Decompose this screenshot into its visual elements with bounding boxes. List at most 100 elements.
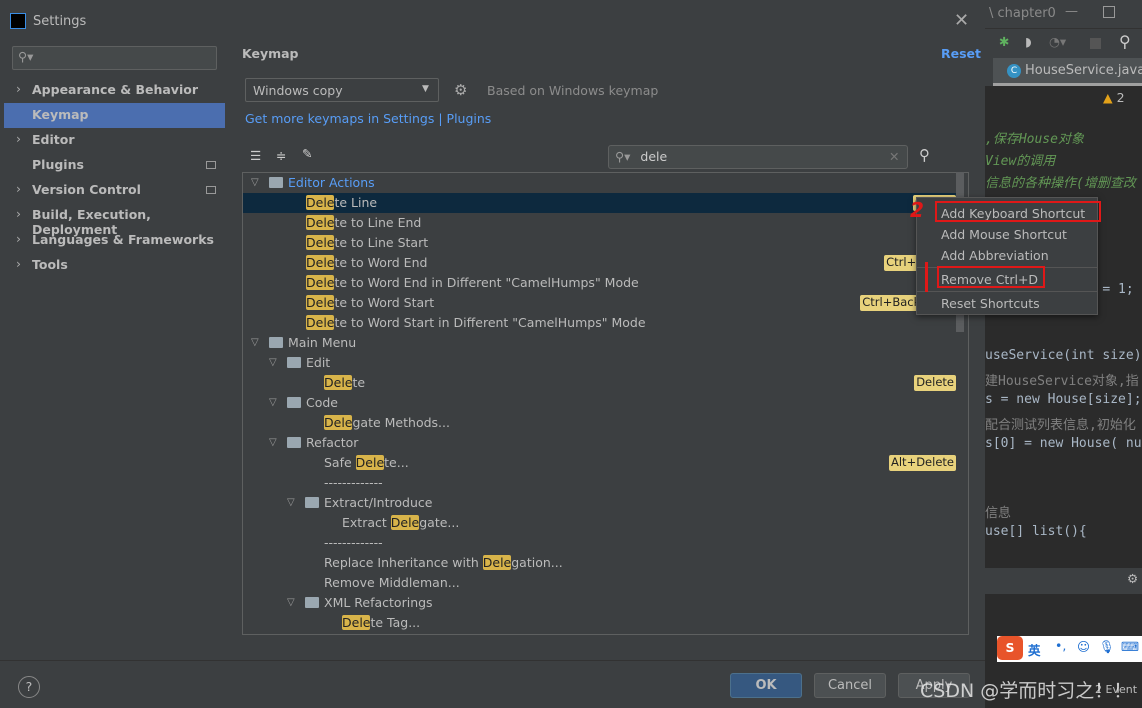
search-match: Dele <box>342 615 371 630</box>
sidebar-item-label: Appearance & Behavior <box>32 82 198 97</box>
keymap-scheme-select[interactable]: Windows copy ▼ <box>245 78 439 102</box>
keyboard-icon[interactable]: ⌨ <box>1121 639 1139 654</box>
label-part: ------------- <box>324 535 383 550</box>
folder-icon <box>305 597 319 608</box>
punctuation-icon[interactable]: •, <box>1055 638 1066 653</box>
actions-tree[interactable]: ▽Editor ActionsDelete LineCtrl+DDelete t… <box>242 172 969 635</box>
sidebar-item-keymap[interactable]: Keymap <box>4 103 225 128</box>
tree-group[interactable]: ▽ Edit <box>243 353 958 373</box>
tab-label: HouseService.java <box>1025 63 1142 78</box>
tree-row[interactable]: ------------- <box>243 473 958 493</box>
reset-link[interactable]: Reset <box>941 46 981 61</box>
find-by-shortcut-icon[interactable]: ⚲ <box>919 146 930 164</box>
label-part: Safe <box>324 455 356 470</box>
tree-row[interactable]: Delete Tag... <box>243 613 958 633</box>
sidebar-item-plugins[interactable]: Plugins <box>4 153 225 178</box>
maximize-icon[interactable] <box>1103 6 1115 18</box>
tree-row[interactable]: ------------- <box>243 533 958 553</box>
minimize-icon[interactable]: — <box>1065 4 1078 19</box>
sidebar-item-languages-frameworks[interactable]: › Languages & Frameworks <box>4 228 225 253</box>
ide-background-window: \ chapter0 — ✱ ◗ ◔▾ ⚲ C HouseService.jav… <box>985 0 1142 708</box>
tree-group[interactable]: ▽ Code <box>243 393 958 413</box>
tree-row[interactable]: Delete Delete <box>243 373 958 393</box>
tree-row[interactable]: Delete to Word Start Ctrl+Backspace <box>243 293 958 313</box>
annotation-box <box>937 266 1045 288</box>
label-part: Code <box>306 395 339 410</box>
action-label: ------------- <box>324 533 383 552</box>
profile-icon[interactable]: ◔▾ <box>1049 34 1066 49</box>
code-line: s[0] = new House( nu <box>985 436 1142 451</box>
microphone-icon[interactable]: 🎙 <box>1099 639 1115 655</box>
action-label: Delete Line <box>306 193 377 212</box>
collapse-all-icon[interactable]: ≑ <box>276 148 286 163</box>
emoji-icon[interactable]: ☺ <box>1077 639 1090 654</box>
label-part: gate... <box>419 515 460 530</box>
tree-row[interactable]: Extract Delegate... <box>243 513 958 533</box>
ime-language[interactable]: 英 <box>1028 640 1041 659</box>
code-editor[interactable]: ,保存House对象View的调用信息的各种操作(增删查改 //保存H= 1;/… <box>985 128 1142 568</box>
search-icon: ⚲▾ <box>18 49 34 64</box>
search-match: Dele <box>306 195 335 210</box>
chevron-down-icon[interactable]: ▽ <box>287 493 295 512</box>
tree-row[interactable]: Replace Inheritance with Delegation... <box>243 553 958 573</box>
close-icon[interactable]: ✕ <box>954 10 969 31</box>
tree-group[interactable]: ▽ Extract/Introduce <box>243 493 958 513</box>
sidebar-item-build-execution-deployment[interactable]: › Build, Execution, Deployment <box>4 203 225 237</box>
chevron-down-icon[interactable]: ▽ <box>251 173 259 192</box>
tree-group[interactable]: ▽ Refactor <box>243 433 958 453</box>
get-more-keymaps-link[interactable]: Get more keymaps in Settings | Plugins <box>245 111 491 126</box>
tree-row[interactable]: Delete to Line Start <box>243 233 958 253</box>
action-label: Extract/Introduce <box>324 493 432 512</box>
chevron-down-icon[interactable]: ▽ <box>287 593 295 612</box>
chevron-down-icon[interactable]: ▽ <box>269 353 277 372</box>
search-match: Dele <box>306 315 335 330</box>
tree-group[interactable]: ▽ Main Menu <box>243 333 958 353</box>
folder-icon <box>287 437 301 448</box>
tree-row[interactable]: Delete to Word EndCtrl+Delete <box>243 253 958 273</box>
gear-icon[interactable]: ⚙ <box>454 81 467 99</box>
sidebar-item-version-control[interactable]: › Version Control <box>4 178 225 203</box>
action-label: Delete to Word Start <box>306 293 434 312</box>
tree-row[interactable]: Delete to Line End <box>243 213 958 233</box>
chevron-down-icon[interactable]: ▽ <box>269 433 277 452</box>
folder-icon <box>269 177 283 188</box>
label-part: Extract <box>342 515 391 530</box>
cancel-button[interactable]: Cancel <box>814 673 886 698</box>
search-icon[interactable]: ⚲ <box>1119 32 1131 51</box>
label-part: te... <box>384 455 409 470</box>
coverage-icon[interactable]: ◗ <box>1025 34 1032 49</box>
tab-house-service[interactable]: C HouseService.java <box>993 58 1142 86</box>
tree-row[interactable]: Safe Delete... Alt+Delete <box>243 453 958 473</box>
menu-item-add-mouse-shortcut[interactable]: Add Mouse Shortcut <box>917 224 1097 245</box>
chevron-down-icon[interactable]: ▽ <box>269 393 277 412</box>
ok-button[interactable]: OK <box>730 673 802 698</box>
action-label: Delegate Methods... <box>324 413 450 432</box>
search-match: Dele <box>306 215 335 230</box>
tree-group[interactable]: ▽ XML Refactorings <box>243 593 958 613</box>
sidebar-item-appearance-behavior[interactable]: › Appearance & Behavior <box>4 78 225 103</box>
clear-icon[interactable]: ✕ <box>889 149 899 164</box>
edit-shortcut-icon[interactable]: ✎ <box>302 146 312 161</box>
menu-item-reset-shortcuts[interactable]: Reset Shortcuts <box>917 293 1097 314</box>
tree-row[interactable]: Delete LineCtrl+D <box>243 193 958 213</box>
sidebar-item-tools[interactable]: › Tools <box>4 253 225 278</box>
sidebar-item-editor[interactable]: › Editor <box>4 128 225 153</box>
action-search-input[interactable]: ⚲▾ dele ✕ <box>608 145 908 169</box>
settings-search-input[interactable]: ⚲▾ <box>12 46 217 70</box>
label-part: Refactor <box>306 435 359 450</box>
dialog-title-bar: Settings ✕ <box>0 0 985 42</box>
stop-icon[interactable] <box>1090 38 1101 49</box>
folder-icon <box>269 337 283 348</box>
tree-group[interactable]: ▽ Editor Actions <box>243 173 958 193</box>
gear-icon[interactable]: ⚙ <box>1127 571 1138 586</box>
warning-indicator[interactable]: ▲ 2 <box>1103 90 1125 105</box>
debug-icon[interactable]: ✱ <box>999 34 1009 49</box>
tree-row[interactable]: Delegate Methods... <box>243 413 958 433</box>
tree-row[interactable]: Delete to Word End in Different "CamelHu… <box>243 273 958 293</box>
chevron-down-icon[interactable]: ▽ <box>251 333 259 352</box>
help-icon[interactable]: ? <box>18 676 40 698</box>
expand-all-icon[interactable]: ☰ <box>250 148 261 163</box>
tree-row[interactable]: Delete to Word Start in Different "Camel… <box>243 313 958 333</box>
menu-item-add-abbreviation[interactable]: Add Abbreviation <box>917 245 1097 266</box>
tree-row[interactable]: Remove Middleman... <box>243 573 958 593</box>
